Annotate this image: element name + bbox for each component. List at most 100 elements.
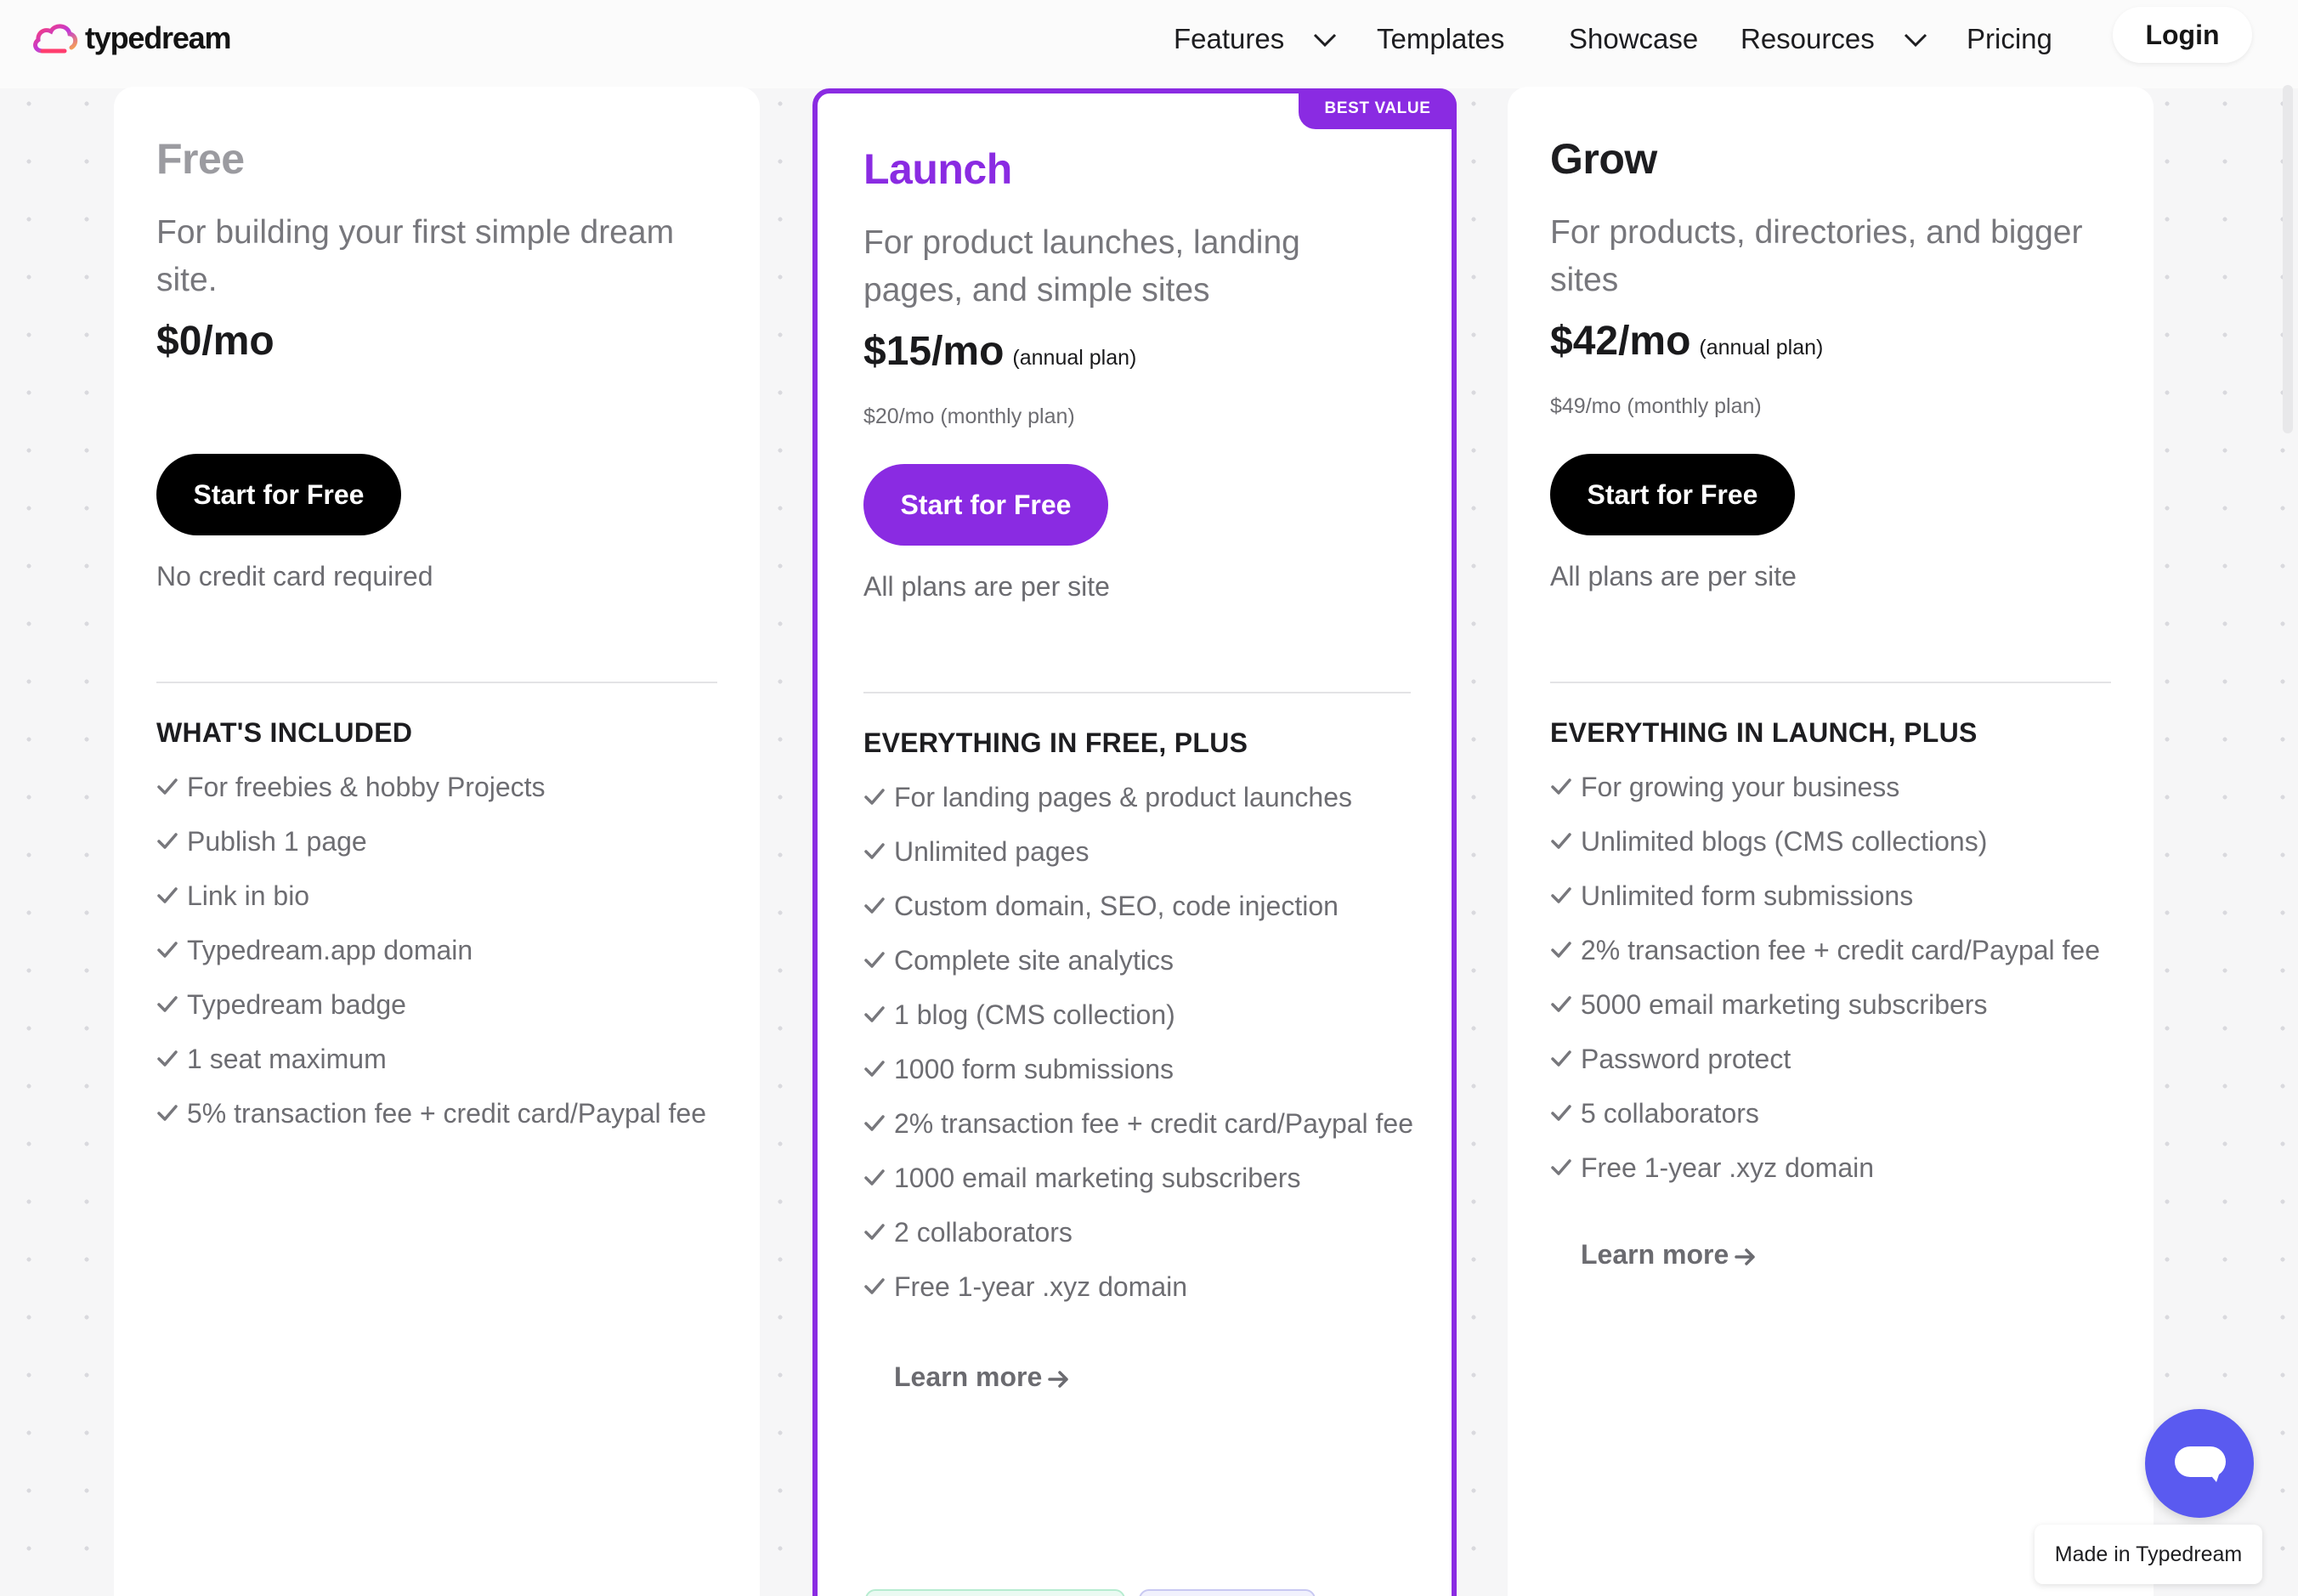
feature-text: Publish 1 page (187, 826, 367, 857)
start-for-free-button[interactable]: Start for Free (1550, 454, 1795, 535)
plan-card-launch: BEST VALUE Launch For product launches, … (812, 88, 1457, 1596)
feature-text: Complete site analytics (894, 945, 1174, 976)
feature-item: Unlimited form submissions (1550, 875, 2111, 916)
checkmark-icon (864, 843, 885, 859)
feature-text: For growing your business (1581, 772, 1900, 802)
feature-text: For landing pages & product launches (894, 782, 1353, 812)
feature-text: 1 blog (CMS collection) (894, 999, 1175, 1030)
feature-item: Unlimited pages (863, 831, 1424, 872)
checkmark-icon (864, 789, 885, 805)
plan-name: Grow (1550, 135, 1657, 183)
feature-text: Typedream.app domain (187, 935, 473, 965)
monthly-price: $20/mo (monthly plan) (863, 405, 1075, 428)
feature-text: 5% transaction fee + credit card/Paypal … (187, 1098, 707, 1129)
top-navbar: typedream Features Templates Showcase Re… (0, 0, 2298, 88)
monthly-price: $49/mo (monthly plan) (1550, 394, 1762, 418)
feature-text: For freebies & hobby Projects (187, 772, 546, 802)
arrow-right-icon (1048, 1370, 1069, 1388)
checkmark-icon (157, 887, 178, 903)
checkmark-icon (1551, 833, 1571, 849)
feature-item: 2% transaction fee + credit card/Paypal … (1550, 930, 2111, 971)
checkmark-icon (864, 897, 885, 914)
checkmark-icon (864, 1115, 885, 1131)
chat-button[interactable] (2145, 1409, 2254, 1518)
start-for-free-button[interactable]: Start for Free (863, 464, 1108, 546)
feature-text: Unlimited pages (894, 836, 1090, 867)
tag-chip (865, 1589, 1125, 1596)
chevron-down-icon[interactable] (1311, 25, 1339, 53)
checkmark-icon (1551, 996, 1571, 1012)
start-for-free-button[interactable]: Start for Free (156, 454, 401, 535)
checkmark-icon (1551, 1159, 1571, 1175)
features-heading: EVERYTHING IN FREE, PLUS (863, 727, 1248, 758)
feature-item: 5000 email marketing subscribers (1550, 984, 2111, 1025)
feature-item: Complete site analytics (863, 940, 1424, 981)
feature-item: Publish 1 page (156, 821, 717, 862)
plan-name: Launch (863, 145, 1012, 193)
checkmark-icon (157, 833, 178, 849)
made-in-typedream-badge[interactable]: Made in Typedream (2035, 1525, 2262, 1584)
checkmark-icon (157, 1105, 178, 1121)
checkmark-icon (1551, 1050, 1571, 1067)
plan-name: Free (156, 135, 245, 183)
feature-item: 1 seat maximum (156, 1039, 717, 1079)
scrollbar[interactable] (2283, 85, 2293, 433)
plan-subnote: No credit card required (156, 561, 433, 591)
learn-more-link[interactable]: Learn more (1581, 1239, 1757, 1271)
plan-card-free: Free For building your first simple drea… (114, 87, 760, 1596)
learn-more-link[interactable]: Learn more (894, 1361, 1071, 1393)
feature-text: 5000 email marketing subscribers (1581, 989, 1988, 1020)
feature-item: 5% transaction fee + credit card/Paypal … (156, 1093, 717, 1134)
nav-resources[interactable]: Resources (1740, 20, 1875, 58)
feature-text: 1000 form submissions (894, 1054, 1174, 1084)
checkmark-icon (157, 996, 178, 1012)
features-heading: WHAT'S INCLUDED (156, 717, 413, 748)
login-button[interactable]: Login (2113, 7, 2252, 63)
plan-subnote: All plans are per site (863, 571, 1110, 602)
feature-text: 1 seat maximum (187, 1044, 387, 1074)
brand-logo[interactable]: typedream (31, 17, 231, 59)
feature-item: Free 1-year .xyz domain (1550, 1147, 2111, 1188)
feature-item: Link in bio (156, 875, 717, 916)
checkmark-icon (157, 942, 178, 958)
feature-text: 1000 email marketing subscribers (894, 1163, 1301, 1193)
nav-templates[interactable]: Templates (1377, 20, 1504, 58)
feature-text: 2% transaction fee + credit card/Paypal … (894, 1108, 1414, 1139)
checkmark-icon (864, 1278, 885, 1294)
feature-text: Typedream badge (187, 989, 406, 1020)
feature-item: 1 blog (CMS collection) (863, 994, 1424, 1035)
feature-item: Password protect (1550, 1039, 2111, 1079)
feature-item: 1000 email marketing subscribers (863, 1157, 1424, 1198)
feature-item: Typedream.app domain (156, 930, 717, 971)
feature-item: 5 collaborators (1550, 1093, 2111, 1134)
plan-description: For product launches, landing pages, and… (863, 224, 1300, 308)
plan-price: $42/mo (annual plan) (1550, 319, 1824, 364)
feature-text: 2% transaction fee + credit card/Paypal … (1581, 935, 2101, 965)
feature-item: Free 1-year .xyz domain (863, 1266, 1424, 1307)
feature-item: For freebies & hobby Projects (156, 767, 717, 807)
feature-text: Password protect (1581, 1044, 1791, 1074)
plan-price: $15/mo (annual plan) (863, 329, 1137, 374)
checkmark-icon (864, 952, 885, 968)
nav-pricing[interactable]: Pricing (1967, 20, 2052, 58)
price-note: (annual plan) (1012, 346, 1137, 370)
feature-text: Link in bio (187, 880, 310, 911)
feature-item: For landing pages & product launches (863, 777, 1424, 818)
plan-description: For building your first simple dream sit… (156, 214, 675, 298)
feature-item: 2 collaborators (863, 1212, 1424, 1253)
feature-item: 2% transaction fee + credit card/Paypal … (863, 1103, 1424, 1144)
feature-text: Free 1-year .xyz domain (894, 1271, 1188, 1302)
cloud-logo-icon (33, 24, 78, 54)
feature-list: For growing your business Unlimited blogs… (1550, 767, 2111, 1202)
nav-showcase[interactable]: Showcase (1569, 20, 1698, 58)
plan-subnote: All plans are per site (1550, 561, 1797, 591)
checkmark-icon (1551, 942, 1571, 958)
feature-item: 1000 form submissions (863, 1049, 1424, 1089)
nav-features[interactable]: Features (1174, 20, 1284, 58)
divider (863, 692, 1411, 693)
feature-item: Typedream badge (156, 984, 717, 1025)
checkmark-icon (864, 1061, 885, 1077)
feature-text: Unlimited form submissions (1581, 880, 1914, 911)
chevron-down-icon[interactable] (1902, 25, 1929, 53)
plan-card-grow: Grow For products, directories, and bigg… (1508, 87, 2154, 1596)
